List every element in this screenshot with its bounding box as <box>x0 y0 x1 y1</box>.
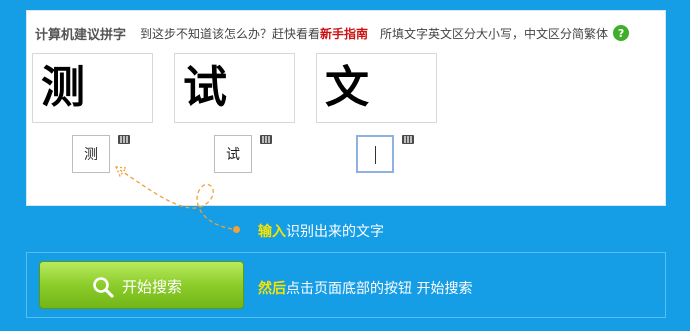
keyboard-icon[interactable] <box>118 135 130 144</box>
char-input-1[interactable] <box>72 135 110 173</box>
keyboard-icon[interactable] <box>260 135 272 144</box>
captcha-char-3: 文 <box>325 62 369 113</box>
char-input-3[interactable] <box>356 135 394 173</box>
help-icon[interactable]: ? <box>613 25 630 41</box>
guide-link[interactable]: 新手指南 <box>320 25 368 42</box>
keyboard-icon[interactable] <box>402 135 414 144</box>
captcha-image-1: 测 <box>32 53 153 123</box>
search-button-label: 开始搜索 <box>122 278 183 296</box>
start-search-button[interactable]: 开始搜索 <box>39 261 244 309</box>
step1-instruction: 输入识别出来的文字 <box>258 221 384 241</box>
step2-text: 点击页面底部的按钮 开始搜索 <box>286 281 473 297</box>
captcha-image-2: 试 <box>174 53 295 123</box>
text-cursor <box>375 146 376 164</box>
captcha-image-3: 文 <box>316 53 437 123</box>
captcha-char-1: 测 <box>41 62 85 113</box>
panel-title: 计算机建议拼字 <box>35 27 127 43</box>
hint-text: 到这步不知道该怎么办？赶快看看 <box>140 26 321 41</box>
step2-highlight: 然后 <box>258 281 286 297</box>
search-icon <box>93 277 114 298</box>
step1-text: 识别出来的文字 <box>286 224 384 240</box>
step1-highlight: 输入 <box>258 224 286 240</box>
panel-header: 计算机建议拼字 到这步不知道该怎么办？赶快看看 新手指南 所填文字英文区分大小写… <box>35 23 630 43</box>
step2-instruction: 然后点击页面底部的按钮 开始搜索 <box>258 278 472 298</box>
step-bullet <box>233 226 240 233</box>
dashed-arrow-icon <box>114 166 233 230</box>
case-note: 所填文字英文区分大小写，中文区分简繁体 <box>380 26 609 41</box>
captcha-char-2: 试 <box>183 62 227 113</box>
